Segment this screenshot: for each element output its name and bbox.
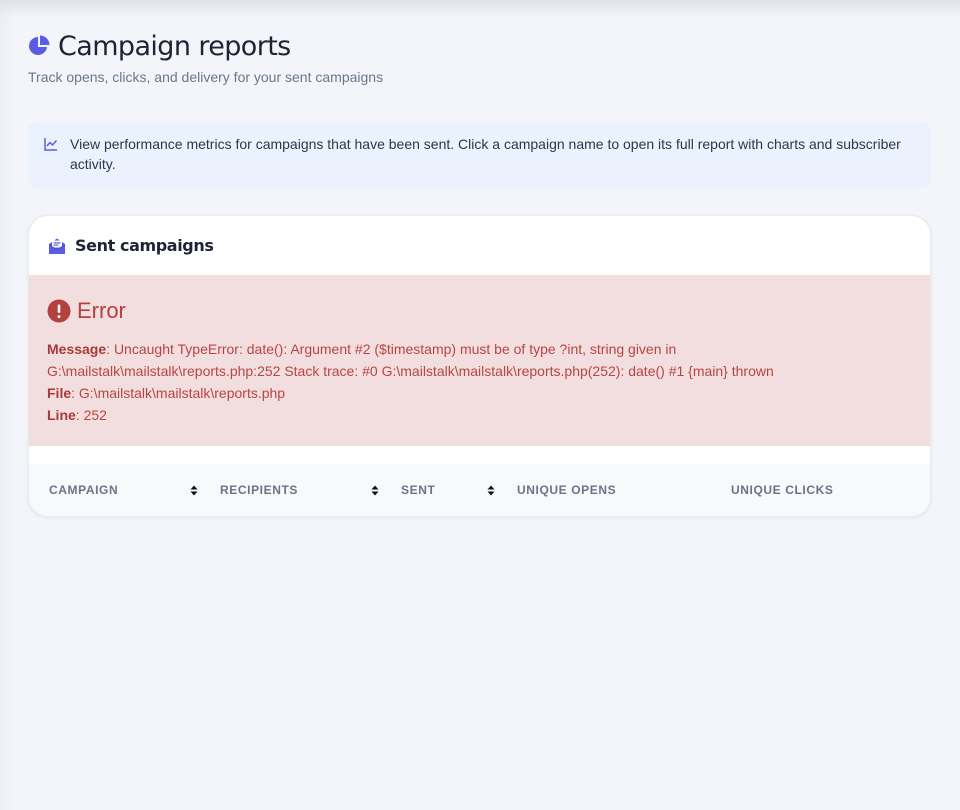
- info-alert: View performance metrics for campaigns t…: [28, 121, 931, 189]
- info-text: View performance metrics for campaigns t…: [70, 136, 901, 172]
- error-message: Uncaught TypeError: date(): Argument #2 …: [47, 341, 774, 379]
- line-chart-icon: [44, 138, 58, 151]
- sent-campaigns-card: Sent campaigns Error Message: Uncaught T…: [28, 215, 931, 517]
- table-header: CAMPAIGN RECIPIENTS SENT UNIQUE OPENS UN…: [29, 464, 930, 516]
- envelope-open-icon: [48, 238, 66, 254]
- col-unique-opens[interactable]: UNIQUE OPENS: [517, 464, 697, 516]
- error-line: 252: [83, 407, 107, 423]
- exclamation-circle-icon: [47, 299, 71, 323]
- col-unique-opens-label: UNIQUE OPENS: [517, 483, 617, 497]
- top-bar-shadow: [0, 0, 960, 18]
- col-campaign[interactable]: CAMPAIGN: [49, 464, 199, 516]
- main-content: Campaign reports Track opens, clicks, an…: [28, 28, 931, 517]
- error-message-label: Message: [47, 341, 107, 357]
- error-message-line: Message: Uncaught TypeError: date(): Arg…: [47, 341, 774, 379]
- error-line-label: Line: [47, 407, 76, 423]
- left-edge-shade: [0, 0, 14, 810]
- col-sent[interactable]: SENT: [401, 464, 481, 516]
- error-header: Error: [47, 298, 912, 324]
- pie-chart-icon: [29, 35, 50, 55]
- card-header: Sent campaigns: [29, 216, 930, 275]
- sort-icon[interactable]: [487, 485, 495, 496]
- page-subtitle: Track opens, clicks, and delivery for yo…: [28, 69, 384, 85]
- card-spacer: [29, 446, 930, 464]
- error-file-line: File: G:\mailstalk\mailstalk\reports.php: [47, 385, 286, 401]
- col-recipients[interactable]: RECIPIENTS: [220, 464, 370, 516]
- col-sent-label: SENT: [401, 483, 436, 497]
- col-unique-clicks-label: UNIQUE CLICKS: [731, 483, 834, 497]
- page-title: Campaign reports: [58, 30, 291, 62]
- error-details: Message: Uncaught TypeError: date(): Arg…: [47, 338, 912, 426]
- error-file: G:\mailstalk\mailstalk\reports.php: [78, 385, 286, 401]
- page-header: Campaign reports: [28, 28, 931, 64]
- error-alert: Error Message: Uncaught TypeError: date(…: [29, 275, 930, 446]
- col-campaign-label: CAMPAIGN: [49, 483, 119, 497]
- error-line-line: Line: 252: [47, 407, 107, 423]
- error-file-label: File: [47, 385, 72, 401]
- error-title: Error: [77, 298, 126, 323]
- sort-icon[interactable]: [371, 485, 379, 496]
- col-unique-clicks[interactable]: UNIQUE CLICKS: [731, 464, 911, 516]
- sort-icon[interactable]: [190, 485, 198, 496]
- col-recipients-label: RECIPIENTS: [220, 483, 299, 497]
- card-title: Sent campaigns: [75, 236, 214, 255]
